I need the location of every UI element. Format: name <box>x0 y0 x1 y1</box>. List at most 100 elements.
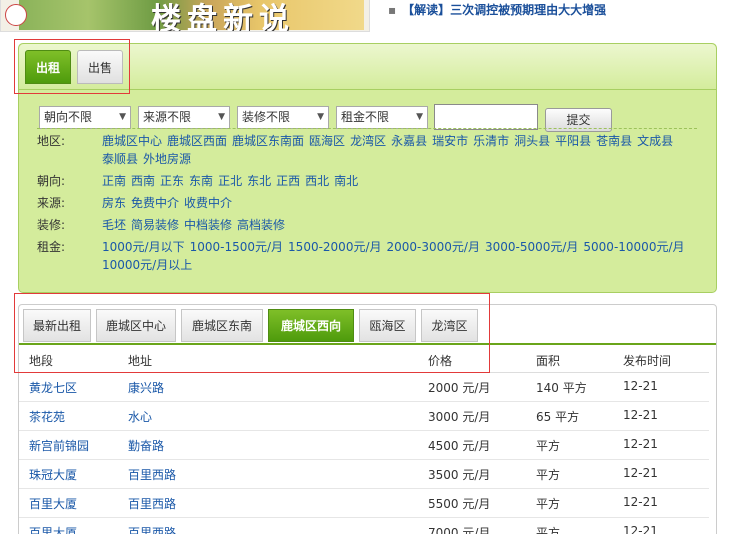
filter-option-district[interactable]: 洞头县 <box>514 132 550 150</box>
orientation-select[interactable]: 朝向不限 ▼ <box>39 106 131 129</box>
filter-option-orientation[interactable]: 西北 <box>305 172 329 190</box>
filter-label-orientation: 朝向: <box>37 174 66 188</box>
decoration-select-value: 装修不限 <box>242 110 291 124</box>
filter-option-district[interactable]: 泰顺县 <box>102 150 138 168</box>
row-area-link[interactable]: 珠冠大厦 <box>29 466 77 483</box>
row-size: 平方 <box>536 526 561 534</box>
filter-option-decoration[interactable]: 毛坯 <box>102 216 126 234</box>
row-price: 2000 元/月 <box>428 381 491 395</box>
row-size: 平方 <box>536 497 561 511</box>
filter-option-district[interactable]: 永嘉县 <box>391 132 427 150</box>
filter-option-source[interactable]: 免费中介 <box>131 194 179 212</box>
filter-option-district[interactable]: 鹿城区西面 <box>167 132 227 150</box>
row-size: 65 平方 <box>536 410 580 424</box>
header-price: 价格 <box>428 354 453 368</box>
keyword-input[interactable] <box>434 104 538 130</box>
filter-option-orientation[interactable]: 正西 <box>276 172 300 190</box>
row-size: 平方 <box>536 439 561 453</box>
filter-option-district[interactable]: 鹿城区中心 <box>102 132 162 150</box>
listing-tabs: 最新出租 鹿城区中心 鹿城区东南 鹿城区西向 瓯海区 龙湾区 <box>19 305 716 343</box>
row-address-link[interactable]: 百里西路 <box>128 495 176 512</box>
row-address-link[interactable]: 百里西路 <box>128 466 176 483</box>
chevron-down-icon: ▼ <box>218 112 225 122</box>
row-price: 3500 元/月 <box>428 468 491 482</box>
filter-option-district[interactable]: 乐清市 <box>473 132 509 150</box>
tab-lucheng-southeast[interactable]: 鹿城区东南 <box>181 309 263 342</box>
row-price: 3000 元/月 <box>428 410 491 424</box>
tab-rent[interactable]: 出租 <box>25 50 72 84</box>
banner-seal-icon <box>5 4 27 26</box>
table-row: 珠冠大厦 百里西路 3500 元/月 平方 12-21 <box>19 460 709 489</box>
tab-ouhai[interactable]: 瓯海区 <box>359 309 416 342</box>
row-area-link[interactable]: 新宫前锦园 <box>29 437 89 454</box>
filter-option-district[interactable]: 苍南县 <box>596 132 632 150</box>
filter-option-orientation[interactable]: 西南 <box>131 172 155 190</box>
filter-option-district[interactable]: 瑞安市 <box>432 132 468 150</box>
chevron-down-icon: ▼ <box>119 112 126 122</box>
filter-option-district[interactable]: 瓯海区 <box>309 132 345 150</box>
filter-option-orientation[interactable]: 正南 <box>102 172 126 190</box>
tab-longwan[interactable]: 龙湾区 <box>421 309 478 342</box>
filter-option-district[interactable]: 文成县 <box>637 132 673 150</box>
row-area-link[interactable]: 百里大厦 <box>29 524 77 534</box>
filter-option-rent[interactable]: 5000-10000元/月 <box>583 238 684 256</box>
filter-option-rent[interactable]: 2000-3000元/月 <box>387 238 480 256</box>
table-row: 茶花苑 水心 3000 元/月 65 平方 12-21 <box>19 402 709 431</box>
filter-option-orientation[interactable]: 正北 <box>218 172 242 190</box>
filter-option-rent[interactable]: 1000-1500元/月 <box>190 238 283 256</box>
filter-options-orientation: 正南 西南 正东 东南 正北 东北 正西 西北 南北 <box>102 172 702 190</box>
header-address: 地址 <box>128 354 153 368</box>
table-row: 百里大厦 百里西路 7000 元/月 平方 12-21 <box>19 518 709 534</box>
filter-option-source[interactable]: 房东 <box>102 194 126 212</box>
tab-lucheng-center[interactable]: 鹿城区中心 <box>96 309 176 342</box>
filter-option-decoration[interactable]: 中档装修 <box>184 216 232 234</box>
header-area: 地段 <box>29 354 54 368</box>
decoration-select[interactable]: 装修不限 ▼ <box>237 106 329 129</box>
row-area-link[interactable]: 黄龙七区 <box>29 379 77 396</box>
headline-text[interactable]: 【解读】三次调控被预期理由大大增强 <box>402 3 606 17</box>
filter-option-source[interactable]: 收费中介 <box>184 194 232 212</box>
table-row: 百里大厦 百里西路 5500 元/月 平方 12-21 <box>19 489 709 518</box>
filter-option-district[interactable]: 平阳县 <box>555 132 591 150</box>
filter-option-orientation[interactable]: 正东 <box>160 172 184 190</box>
row-date: 12-21 <box>623 495 658 509</box>
tab-latest-rent[interactable]: 最新出租 <box>23 309 91 342</box>
row-price: 7000 元/月 <box>428 526 491 534</box>
row-price: 4500 元/月 <box>428 439 491 453</box>
filter-option-rent[interactable]: 3000-5000元/月 <box>485 238 578 256</box>
filter-option-district[interactable]: 外地房源 <box>143 150 191 168</box>
panel-tabstrip: 出租 出售 <box>19 44 716 89</box>
news-headline[interactable]: ▪ 【解读】三次调控被预期理由大大增强 <box>388 1 606 18</box>
filter-label-decoration: 装修: <box>37 218 66 232</box>
row-area-link[interactable]: 茶花苑 <box>29 408 65 425</box>
filter-divider <box>37 128 697 129</box>
filter-option-decoration[interactable]: 高档装修 <box>237 216 285 234</box>
row-date: 12-21 <box>623 466 658 480</box>
row-address-link[interactable]: 康兴路 <box>128 379 164 396</box>
filter-option-orientation[interactable]: 南北 <box>334 172 358 190</box>
row-address-link[interactable]: 勤奋路 <box>128 437 164 454</box>
row-date: 12-21 <box>623 437 658 451</box>
filter-option-rent[interactable]: 1500-2000元/月 <box>288 238 381 256</box>
filter-label-rent: 租金: <box>37 240 66 254</box>
source-select[interactable]: 来源不限 ▼ <box>138 106 230 129</box>
filter-option-decoration[interactable]: 简易装修 <box>131 216 179 234</box>
table-row: 新宫前锦园 勤奋路 4500 元/月 平方 12-21 <box>19 431 709 460</box>
panel-divider <box>19 89 716 90</box>
row-address-link[interactable]: 百里西路 <box>128 524 176 534</box>
row-area-link[interactable]: 百里大厦 <box>29 495 77 512</box>
filter-option-orientation[interactable]: 东南 <box>189 172 213 190</box>
row-size: 平方 <box>536 468 561 482</box>
rent-select[interactable]: 租金不限 ▼ <box>336 106 428 129</box>
tab-sale[interactable]: 出售 <box>77 50 124 84</box>
tab-lucheng-west[interactable]: 鹿城区西向 <box>268 309 354 342</box>
filter-options-source: 房东 免费中介 收费中介 <box>102 194 702 212</box>
filter-option-district[interactable]: 鹿城区东南面 <box>232 132 304 150</box>
filter-options-district: 鹿城区中心 鹿城区西面 鹿城区东南面 瓯海区 龙湾区 永嘉县 瑞安市 乐清市 洞头县 平阳县 苍南县… <box>102 132 702 168</box>
filter-option-rent[interactable]: 10000元/月以上 <box>102 256 192 274</box>
filter-option-district[interactable]: 龙湾区 <box>350 132 386 150</box>
table-row: 黄龙七区 康兴路 2000 元/月 140 平方 12-21 <box>19 373 709 402</box>
row-address-link[interactable]: 水心 <box>128 408 152 425</box>
filter-option-rent[interactable]: 1000元/月以下 <box>102 238 185 256</box>
filter-option-orientation[interactable]: 东北 <box>247 172 271 190</box>
